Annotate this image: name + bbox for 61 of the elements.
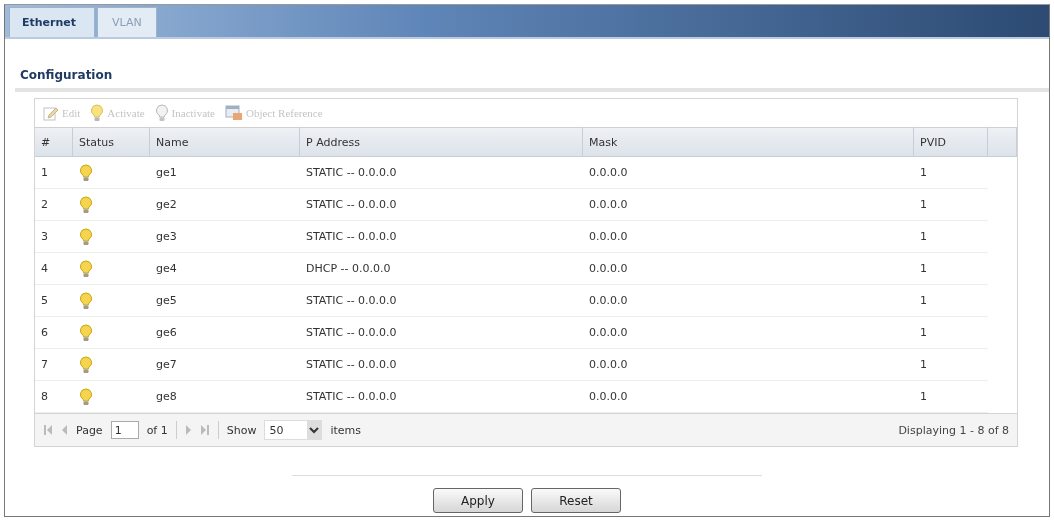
section-title: Configuration — [20, 68, 114, 82]
lightbulb-icon — [154, 104, 169, 122]
table-cell: 2 — [35, 189, 73, 221]
column-header[interactable]: Mask — [583, 127, 914, 157]
apply-button[interactable]: Apply — [433, 488, 523, 513]
show-label: Show — [226, 423, 257, 437]
table-cell: 7 — [35, 349, 73, 381]
table-cell: 1 — [914, 285, 988, 317]
table-cell: ge3 — [150, 221, 300, 253]
column-header[interactable]: P Address — [300, 127, 583, 157]
previous-page-icon[interactable] — [61, 424, 68, 436]
table-cell: STATIC -- 0.0.0.0 — [300, 285, 583, 317]
table-cell: ge5 — [150, 285, 300, 317]
table-cell: 0.0.0.0 — [583, 221, 914, 253]
column-header[interactable]: PVID — [914, 127, 988, 157]
table-cell: STATIC -- 0.0.0.0 — [300, 317, 583, 349]
table-cell: ge1 — [150, 157, 300, 189]
column-header[interactable]: Status — [73, 127, 150, 157]
table-cell: 1 — [914, 189, 988, 221]
column-header[interactable]: Name — [150, 127, 300, 157]
pagination-summary: Displaying 1 - 8 of 8 — [898, 423, 1009, 437]
table-cell: ge4 — [150, 253, 300, 285]
table-cell: 5 — [35, 285, 73, 317]
window-icon — [225, 105, 243, 121]
lightbulb-icon — [90, 104, 105, 122]
table-cell: 1 — [914, 317, 988, 349]
table-cell: 1 — [914, 253, 988, 285]
page-label: Page — [76, 423, 103, 437]
table-cell: 0.0.0.0 — [583, 285, 914, 317]
table-cell: 0.0.0.0 — [583, 157, 914, 189]
table-cell: ge2 — [150, 189, 300, 221]
table-cell: 3 — [35, 221, 73, 253]
edit-icon — [43, 105, 59, 121]
page-field[interactable]: 1 — [110, 421, 139, 439]
table-cell: 4 — [35, 253, 73, 285]
table-cell: 0.0.0.0 — [583, 189, 914, 221]
table-cell: DHCP -- 0.0.0.0 — [300, 253, 583, 285]
table-cell: 1 — [914, 221, 988, 253]
table-cell: ge7 — [150, 349, 300, 381]
table-cell: STATIC -- 0.0.0.0 — [300, 157, 583, 189]
table-cell: STATIC -- 0.0.0.0 — [300, 189, 583, 221]
caret-icon[interactable] — [307, 421, 322, 439]
items-label: items — [330, 423, 362, 437]
table-cell: 0.0.0.0 — [583, 349, 914, 381]
tab[interactable]: Ethernet — [9, 7, 96, 37]
table-cell: STATIC -- 0.0.0.0 — [300, 349, 583, 381]
page-size-dropdown[interactable]: 50 — [264, 420, 323, 440]
first-page-icon[interactable] — [43, 424, 53, 436]
table-cell: ge6 — [150, 317, 300, 349]
next-page-icon[interactable] — [184, 424, 192, 436]
page-count: of 1 — [146, 423, 168, 437]
table-cell: 0.0.0.0 — [583, 253, 914, 285]
table-cell: 1 — [35, 157, 73, 189]
table-cell: 6 — [35, 317, 73, 349]
table-cell: 1 — [914, 349, 988, 381]
table-cell: 0.0.0.0 — [583, 317, 914, 349]
table-cell: STATIC -- 0.0.0.0 — [300, 221, 583, 253]
table-cell: 1 — [914, 157, 988, 189]
last-page-icon[interactable] — [199, 424, 210, 436]
column-header[interactable]: # — [35, 127, 73, 157]
reset-button[interactable]: Reset — [531, 488, 621, 513]
